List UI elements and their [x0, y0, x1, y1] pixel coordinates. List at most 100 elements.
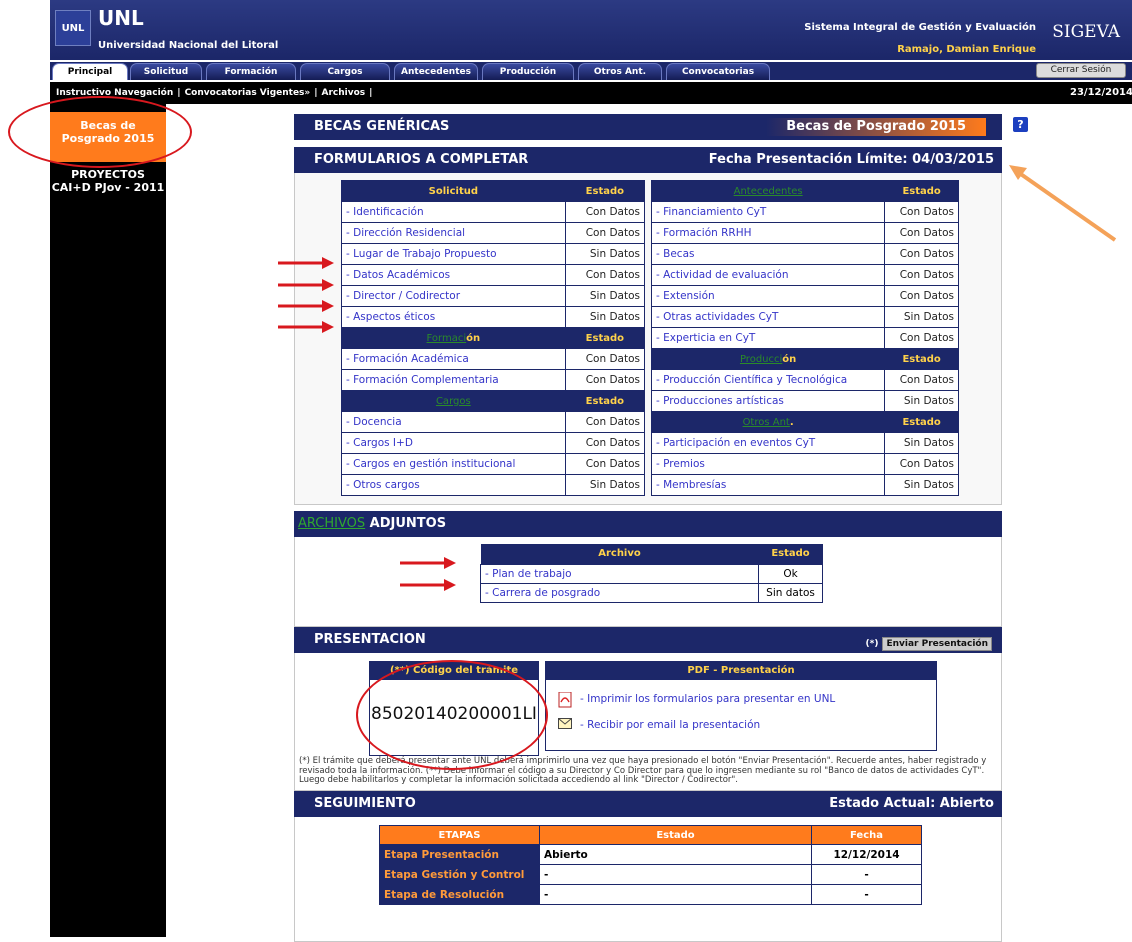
tab-otrosant[interactable]: Otros Ant.	[578, 63, 662, 80]
brand-subtitle: Universidad Nacional del Litoral	[98, 40, 279, 51]
form-link[interactable]: - Cargos en gestión institucional	[341, 453, 566, 475]
user-name: Ramajo, Damian Enrique	[897, 44, 1036, 55]
table-row: Etapa de Resolución - -	[379, 884, 922, 905]
presentation-title: PRESENTACION	[314, 632, 426, 647]
form-link[interactable]: - Otros cargos	[341, 474, 566, 496]
form-status: Con Datos	[564, 264, 646, 286]
stage-date: -	[811, 884, 922, 905]
form-link[interactable]: - Otras actividades CyT	[650, 306, 886, 328]
table-row: - Formación Académica Con Datos	[341, 348, 646, 370]
form-status: Sin Datos	[884, 306, 959, 328]
table-row: - Docencia Con Datos	[341, 411, 646, 433]
section-link[interactable]: Antecedentes	[734, 186, 803, 197]
form-link[interactable]: - Becas	[650, 243, 886, 265]
becas-call-name: Becas de Posgrado 2015	[766, 118, 986, 136]
sigeva-logo: SIGEVA	[1052, 22, 1120, 42]
table-row: - Extensión Con Datos	[650, 285, 959, 307]
form-link[interactable]: - Dirección Residencial	[341, 222, 566, 244]
main-tabs: Principal Solicitud Formación Cargos Anteced…	[50, 62, 1132, 80]
section-link[interactable]: Formaci	[427, 333, 467, 344]
form-link[interactable]: - Formación Complementaria	[341, 369, 566, 391]
section-link[interactable]: Cargos	[436, 396, 471, 407]
table-row: Etapa Presentación Abierto 12/12/2014	[379, 844, 922, 865]
form-link[interactable]: - Lugar de Trabajo Propuesto	[341, 243, 566, 265]
tracking-table: ETAPAS Estado Fecha Etapa Presentación Abier…	[379, 825, 922, 905]
form-status: Con Datos	[564, 201, 646, 223]
form-link[interactable]: - Premios	[650, 453, 886, 475]
table-row: - Aspectos éticos Sin Datos	[341, 306, 646, 328]
tab-solicitud[interactable]: Solicitud	[130, 63, 202, 80]
form-link[interactable]: - Producciones artísticas	[650, 390, 886, 412]
form-link[interactable]: - Financiamiento CyT	[650, 201, 886, 223]
presentation-header: PRESENTACION (*) Enviar Presentación	[294, 627, 1002, 653]
table-row: - Dirección Residencial Con Datos	[341, 222, 646, 244]
section-header-left-0: Solicitud	[341, 180, 566, 202]
form-status: Sin Datos	[564, 474, 646, 496]
sidebar-item-proyectos[interactable]: PROYECTOS CAI+D PJov - 2011	[50, 168, 166, 218]
file-link[interactable]: - Plan de trabajo	[480, 563, 759, 584]
form-link[interactable]: - Formación RRHH	[650, 222, 886, 244]
tab-antecedentes[interactable]: Antecedentes	[394, 63, 478, 80]
form-link[interactable]: - Docencia	[341, 411, 566, 433]
tab-convocatorias[interactable]: Convocatorias	[666, 63, 770, 80]
form-link[interactable]: - Actividad de evaluación	[650, 264, 886, 286]
section-link[interactable]: Otros Ant	[743, 417, 790, 428]
form-link[interactable]: - Membresías	[650, 474, 886, 496]
section-header-left-2: Cargos	[341, 390, 566, 412]
file-link[interactable]: - Carrera de posgrado	[480, 582, 759, 603]
form-link[interactable]: - Producción Científica y Tecnológica	[650, 369, 886, 391]
files-link[interactable]: ARCHIVOS	[298, 516, 365, 531]
stage-name: Etapa Gestión y Control	[379, 864, 540, 885]
table-row: - Experticia en CyT Con Datos	[650, 327, 959, 349]
table-row: - Participación en eventos CyT Sin Datos	[650, 432, 959, 454]
form-link[interactable]: - Experticia en CyT	[650, 327, 886, 349]
table-row: - Producciones artísticas Sin Datos	[650, 390, 959, 412]
red-arrow	[278, 300, 334, 312]
subnav-link-4[interactable]: Archivos	[322, 88, 366, 98]
tracking-title: SEGUIMIENTO	[314, 796, 416, 811]
form-link[interactable]: - Datos Académicos	[341, 264, 566, 286]
form-link[interactable]: - Director / Codirector	[341, 285, 566, 307]
send-presentation-button[interactable]: Enviar Presentación	[882, 637, 992, 651]
section-header-left-1: Formación	[341, 327, 566, 349]
tab-formacin[interactable]: Formación	[206, 63, 296, 80]
unl-logo: UNL	[55, 10, 91, 46]
form-status: Con Datos	[564, 222, 646, 244]
tab-cargos[interactable]: Cargos	[300, 63, 390, 80]
stage-state: -	[539, 864, 812, 885]
table-row: - Lugar de Trabajo Propuesto Sin Datos	[341, 243, 646, 265]
tab-principal[interactable]: Principal	[52, 63, 128, 80]
pdf-print-row: - Imprimir los formularios para presenta…	[558, 691, 835, 708]
subnav-link-2[interactable]: Convocatorias Vigentes»	[185, 88, 311, 98]
subnav-separator: |	[314, 88, 318, 98]
table-row: - Financiamiento CyT Con Datos	[650, 201, 959, 223]
pdf-print-link[interactable]: - Imprimir los formularios para presenta…	[580, 693, 835, 705]
form-link[interactable]: - Aspectos éticos	[341, 306, 566, 328]
estado-header: Estado	[564, 180, 646, 202]
tracking-col-header: ETAPAS	[379, 825, 540, 845]
form-link[interactable]: - Extensión	[650, 285, 886, 307]
form-link[interactable]: - Cargos I+D	[341, 432, 566, 454]
tracking-header: SEGUIMIENTO Estado Actual: Abierto	[294, 791, 1002, 817]
form-status: Con Datos	[884, 327, 959, 349]
pdf-mail-link[interactable]: - Recibir por email la presentación	[580, 719, 760, 731]
table-row: - Premios Con Datos	[650, 453, 959, 475]
stage-date: 12/12/2014	[811, 844, 922, 865]
form-link[interactable]: - Identificación	[341, 201, 566, 223]
stage-state: Abierto	[539, 844, 812, 865]
table-row: - Datos Académicos Con Datos	[341, 264, 646, 286]
app-header: UNL UNL Universidad Nacional del Litoral…	[50, 0, 1132, 60]
tracking-col-header: Fecha	[811, 825, 922, 845]
tab-produccin[interactable]: Producción	[482, 63, 574, 80]
form-status: Sin Datos	[564, 243, 646, 265]
subnav-separator: |	[177, 88, 181, 98]
table-row: - Cargos I+D Con Datos	[341, 432, 646, 454]
help-icon[interactable]: ?	[1012, 116, 1029, 133]
form-status: Con Datos	[564, 453, 646, 475]
logout-button[interactable]: Cerrar Sesión	[1036, 63, 1126, 78]
files-header: ARCHIVOS ADJUNTOS	[294, 511, 1002, 537]
pdf-header: PDF - Presentación	[546, 662, 936, 680]
section-link[interactable]: Producci	[740, 354, 782, 365]
form-link[interactable]: - Participación en eventos CyT	[650, 432, 886, 454]
form-link[interactable]: - Formación Académica	[341, 348, 566, 370]
